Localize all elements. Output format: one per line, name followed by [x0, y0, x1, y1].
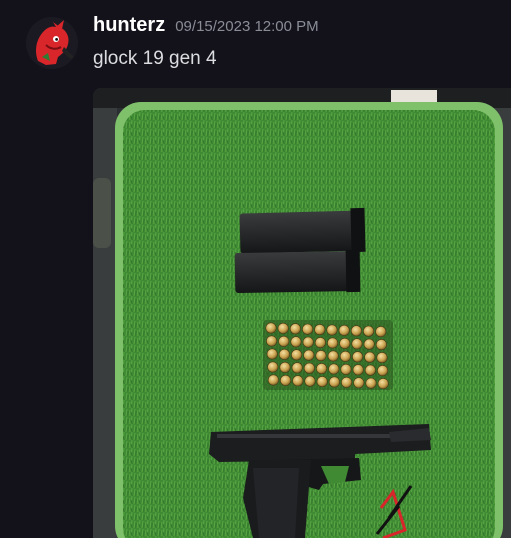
- cartridge: [304, 375, 316, 387]
- cartridge: [364, 364, 376, 376]
- cartridge: [339, 350, 351, 362]
- cartridge: [265, 322, 277, 334]
- cartridge: [326, 324, 338, 336]
- cartridge: [278, 348, 290, 360]
- cartridge: [292, 375, 304, 387]
- attachment-photo: [93, 88, 511, 538]
- ammo-tray: [263, 320, 393, 390]
- cartridge: [327, 337, 339, 349]
- cartridge: [377, 365, 389, 377]
- cartridge: [266, 348, 278, 360]
- cartridge: [328, 363, 340, 375]
- cartridge: [302, 336, 314, 348]
- message-header: hunterz 09/15/2023 12:00 PM: [93, 14, 319, 42]
- cartridge: [303, 349, 315, 361]
- cartridge: [278, 335, 290, 347]
- cartridge: [363, 338, 375, 350]
- message-content: glock 19 gen 4: [93, 48, 217, 69]
- cartridge: [352, 351, 364, 363]
- cartridge: [376, 352, 388, 364]
- cartridge: [365, 377, 377, 389]
- cartridge: [289, 323, 301, 335]
- cartridge: [267, 374, 279, 386]
- cartridge: [316, 376, 328, 388]
- cartridge: [364, 351, 376, 363]
- cartridge: [351, 338, 363, 350]
- cartridge: [315, 350, 327, 362]
- cartridge: [303, 362, 315, 374]
- cartridge: [291, 349, 303, 361]
- cartridge: [341, 376, 353, 388]
- cartridge: [340, 363, 352, 375]
- cartridge: [266, 335, 278, 347]
- cartridge: [377, 378, 389, 390]
- cartridge: [314, 337, 326, 349]
- cartridge: [267, 361, 279, 373]
- user-avatar[interactable]: [26, 17, 78, 69]
- cartridge: [327, 350, 339, 362]
- chat-message: hunterz 09/15/2023 12:00 PM glock 19 gen…: [0, 0, 511, 538]
- timestamp: 09/15/2023 12:00 PM: [175, 18, 319, 35]
- cartridge: [277, 322, 289, 334]
- cartridge: [375, 339, 387, 351]
- cartridge: [302, 323, 314, 335]
- image-attachment[interactable]: [93, 88, 511, 538]
- cartridge: [338, 324, 350, 336]
- cartridge: [314, 324, 326, 336]
- red-character-avatar-icon: [26, 17, 78, 69]
- cartridge: [375, 326, 387, 338]
- cartridge: [353, 377, 365, 389]
- cartridge: [352, 364, 364, 376]
- cartridge: [290, 336, 302, 348]
- cartridge: [328, 376, 340, 388]
- username[interactable]: hunterz: [93, 14, 165, 37]
- cartridge: [316, 363, 328, 375]
- cartridge: [339, 337, 351, 349]
- cartridge: [280, 374, 292, 386]
- cartridge: [291, 362, 303, 374]
- cartridge: [363, 325, 375, 337]
- cartridge: [350, 325, 362, 337]
- cartridge: [279, 361, 291, 373]
- magazines: [234, 207, 366, 294]
